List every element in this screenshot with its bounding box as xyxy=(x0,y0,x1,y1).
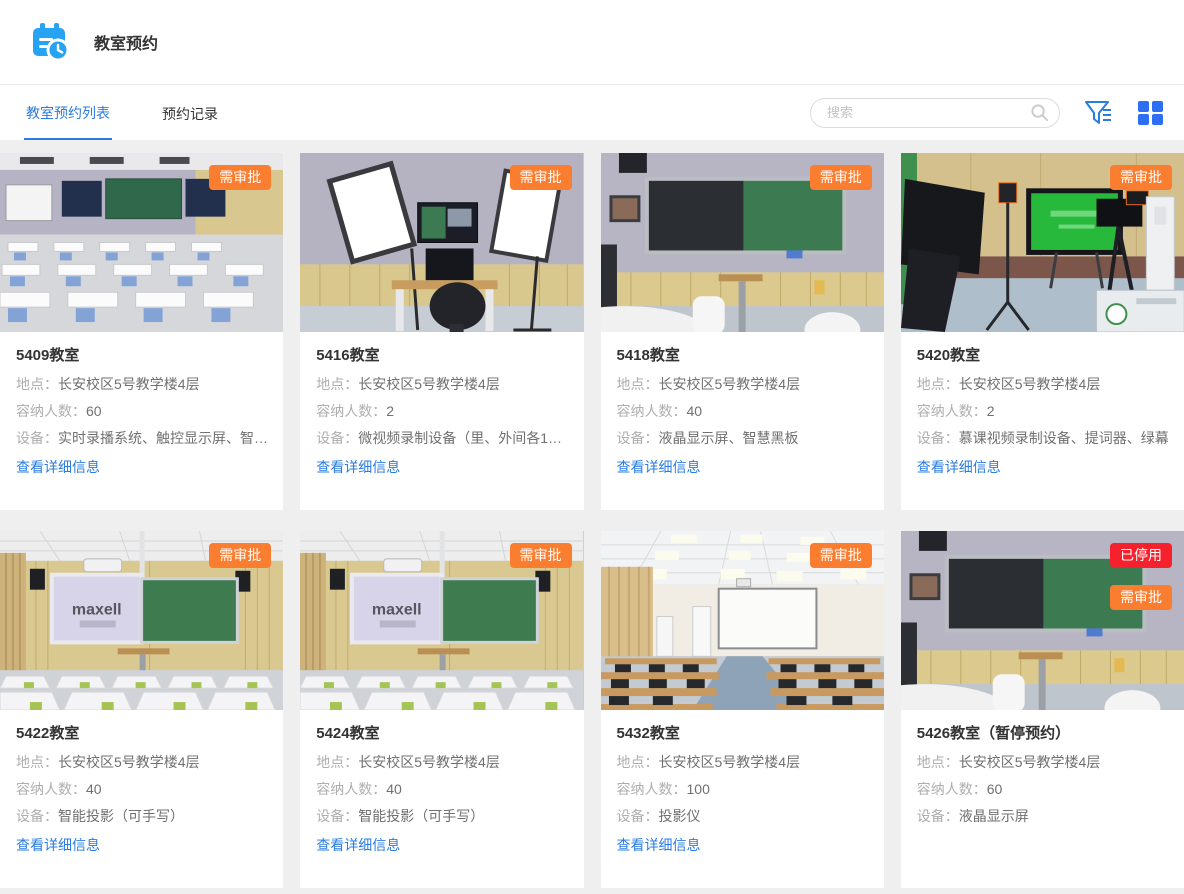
location-row: 地点：长安校区5号教学楼4层 xyxy=(917,753,1168,772)
capacity-row: 容纳人数：60 xyxy=(917,780,1168,799)
filter-icon[interactable] xyxy=(1084,100,1113,126)
status-badge-approval: 需审批 xyxy=(510,543,572,568)
card-info: 5432教室 地点：长安校区5号教学楼4层 容纳人数：100 设备：投影仪 查看… xyxy=(601,710,884,855)
classroom-card-5426[interactable]: 已停用 需审批 5426教室（暂停预约） 地点：长安校区5号教学楼4层 容纳人数… xyxy=(901,531,1184,888)
view-details-link[interactable]: 查看详细信息 xyxy=(16,457,100,477)
classroom-photo: 需审批 xyxy=(0,153,283,332)
classroom-name: 5416教室 xyxy=(316,345,567,367)
classroom-name: 5432教室 xyxy=(617,723,868,745)
classroom-photo: 已停用 需审批 xyxy=(901,531,1184,710)
view-details-link[interactable]: 查看详细信息 xyxy=(917,457,1001,477)
search-box[interactable] xyxy=(810,98,1060,128)
capacity-row: 容纳人数：100 xyxy=(617,780,868,799)
classroom-photo: 需审批 xyxy=(601,153,884,332)
location-row: 地点：长安校区5号教学楼4层 xyxy=(617,753,868,772)
card-info: 5418教室 地点：长安校区5号教学楼4层 容纳人数：40 设备：液晶显示屏、智… xyxy=(601,332,884,477)
status-badge-approval: 需审批 xyxy=(1110,585,1172,610)
card-info: 5420教室 地点：长安校区5号教学楼4层 容纳人数：2 设备：慕课视频录制设备… xyxy=(901,332,1184,477)
view-details-link[interactable]: 查看详细信息 xyxy=(16,835,100,855)
equipment-row: 设备：液晶显示屏 xyxy=(917,807,1168,826)
classroom-name: 5426教室（暂停预约） xyxy=(917,723,1168,745)
capacity-row: 容纳人数：40 xyxy=(16,780,267,799)
classroom-card-5422[interactable]: 需审批 5422教室 地点：长安校区5号教学楼4层 容纳人数：40 设备：智能投… xyxy=(0,531,283,888)
location-row: 地点：长安校区5号教学楼4层 xyxy=(617,375,868,394)
status-badge-approval: 需审批 xyxy=(810,543,872,568)
card-info: 5426教室（暂停预约） 地点：长安校区5号教学楼4层 容纳人数：60 设备：液… xyxy=(901,710,1184,826)
location-row: 地点：长安校区5号教学楼4层 xyxy=(316,753,567,772)
classroom-name: 5409教室 xyxy=(16,345,267,367)
classroom-card-5418[interactable]: 需审批 5418教室 地点：长安校区5号教学楼4层 容纳人数：40 设备：液晶显… xyxy=(601,153,884,510)
equipment-row: 设备：微视频录制设备（里、外间各1… xyxy=(316,429,567,448)
classroom-photo: 需审批 xyxy=(901,153,1184,332)
classroom-photo: 需审批 xyxy=(0,531,283,710)
location-row: 地点：长安校区5号教学楼4层 xyxy=(16,375,267,394)
card-info: 5416教室 地点：长安校区5号教学楼4层 容纳人数：2 设备：微视频录制设备（… xyxy=(300,332,583,477)
classroom-name: 5424教室 xyxy=(316,723,567,745)
tab-bar: 教室预约列表 预约记录 xyxy=(0,85,1184,140)
equipment-row: 设备：智能投影（可手写） xyxy=(316,807,567,826)
equipment-row: 设备：液晶显示屏、智慧黑板 xyxy=(617,429,868,448)
search-icon xyxy=(1030,103,1049,122)
page-title: 教室预约 xyxy=(94,30,158,54)
classroom-photo: 需审批 xyxy=(601,531,884,710)
tab-classroom-list[interactable]: 教室预约列表 xyxy=(24,86,112,140)
card-info: 5409教室 地点：长安校区5号教学楼4层 容纳人数：60 设备：实时录播系统、… xyxy=(0,332,283,477)
toolbar xyxy=(810,85,1164,140)
location-row: 地点：长安校区5号教学楼4层 xyxy=(16,753,267,772)
card-info: 5424教室 地点：长安校区5号教学楼4层 容纳人数：40 设备：智能投影（可手… xyxy=(300,710,583,855)
status-badge-approval: 需审批 xyxy=(510,165,572,190)
status-badge-approval: 需审批 xyxy=(810,165,872,190)
capacity-row: 容纳人数：2 xyxy=(316,402,567,421)
capacity-row: 容纳人数：40 xyxy=(316,780,567,799)
equipment-row: 设备：智能投影（可手写） xyxy=(16,807,267,826)
app-header: 教室预约 xyxy=(0,0,1184,85)
view-details-link[interactable]: 查看详细信息 xyxy=(316,835,400,855)
classroom-name: 5422教室 xyxy=(16,723,267,745)
equipment-row: 设备：投影仪 xyxy=(617,807,868,826)
status-badge-approval: 需审批 xyxy=(1110,165,1172,190)
classroom-card-5409[interactable]: 需审批 5409教室 地点：长安校区5号教学楼4层 容纳人数：60 设备：实时录… xyxy=(0,153,283,510)
status-badge-approval: 需审批 xyxy=(209,543,271,568)
status-badge-disabled: 已停用 xyxy=(1110,543,1172,568)
equipment-row: 设备：实时录播系统、触控显示屏、智… xyxy=(16,429,267,448)
classroom-photo: 需审批 xyxy=(300,531,583,710)
grid-view-icon[interactable] xyxy=(1137,100,1164,126)
card-info: 5422教室 地点：长安校区5号教学楼4层 容纳人数：40 设备：智能投影（可手… xyxy=(0,710,283,855)
capacity-row: 容纳人数：60 xyxy=(16,402,267,421)
calendar-clock-icon xyxy=(30,22,70,62)
classroom-card-5420[interactable]: 需审批 5420教室 地点：长安校区5号教学楼4层 容纳人数：2 设备：慕课视频… xyxy=(901,153,1184,510)
classroom-card-5424[interactable]: 需审批 5424教室 地点：长安校区5号教学楼4层 容纳人数：40 设备：智能投… xyxy=(300,531,583,888)
view-details-link[interactable]: 查看详细信息 xyxy=(316,457,400,477)
status-badge-approval: 需审批 xyxy=(209,165,271,190)
classroom-name: 5418教室 xyxy=(617,345,868,367)
classroom-name: 5420教室 xyxy=(917,345,1168,367)
search-input[interactable] xyxy=(827,105,1030,120)
view-details-link[interactable]: 查看详细信息 xyxy=(617,835,701,855)
capacity-row: 容纳人数：2 xyxy=(917,402,1168,421)
classroom-card-5432[interactable]: 需审批 5432教室 地点：长安校区5号教学楼4层 容纳人数：100 设备：投影… xyxy=(601,531,884,888)
equipment-row: 设备：慕课视频录制设备、提词器、绿幕 xyxy=(917,429,1168,448)
location-row: 地点：长安校区5号教学楼4层 xyxy=(917,375,1168,394)
classroom-card-grid: 需审批 5409教室 地点：长安校区5号教学楼4层 容纳人数：60 设备：实时录… xyxy=(0,153,1184,888)
location-row: 地点：长安校区5号教学楼4层 xyxy=(316,375,567,394)
tab-reservation-records[interactable]: 预约记录 xyxy=(160,87,220,139)
classroom-photo: 需审批 xyxy=(300,153,583,332)
capacity-row: 容纳人数：40 xyxy=(617,402,868,421)
classroom-card-5416[interactable]: 需审批 5416教室 地点：长安校区5号教学楼4层 容纳人数：2 设备：微视频录… xyxy=(300,153,583,510)
view-details-link[interactable]: 查看详细信息 xyxy=(617,457,701,477)
